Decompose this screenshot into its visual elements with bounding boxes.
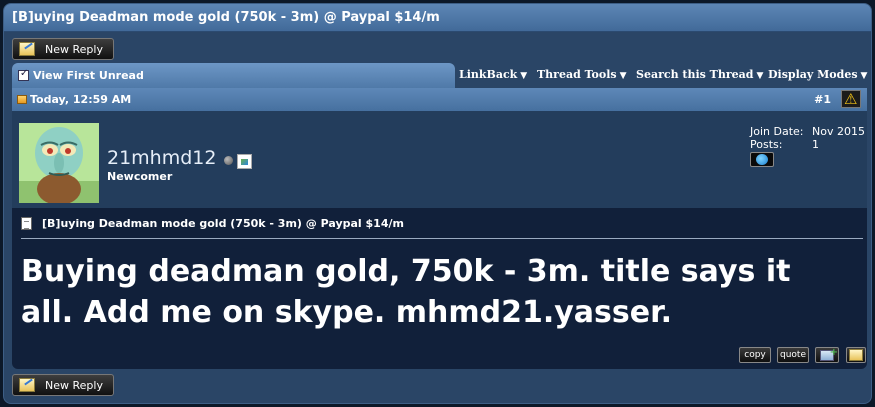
thread-frame: [B]uying Deadman mode gold (750k - 3m) @… — [3, 3, 872, 404]
post-number-link[interactable]: #1 — [814, 93, 831, 106]
new-reply-button-top[interactable]: New Reply — [12, 38, 114, 60]
quick-reply-icon — [849, 349, 863, 361]
multi-quote-button[interactable] — [815, 347, 839, 363]
reply-icon — [19, 42, 35, 56]
post-date: Today, 12:59 AM — [30, 93, 132, 106]
username-link[interactable]: 21mhmd12 — [107, 147, 216, 169]
post-message: Buying deadman gold, 750k - 3m. title sa… — [21, 254, 791, 330]
thread-tools-label: Thread Tools — [537, 68, 617, 81]
multi-quote-icon — [820, 347, 838, 361]
view-first-unread-label: View First Unread — [33, 69, 144, 82]
display-modes-menu[interactable]: Display Modes ▼ — [768, 68, 867, 81]
caret-down-icon: ▼ — [860, 71, 868, 81]
user-title: Newcomer — [107, 170, 173, 183]
checkbox-icon — [18, 68, 29, 81]
quote-button[interactable]: quote — [777, 347, 809, 363]
offline-status-icon — [224, 156, 233, 165]
display-modes-label: Display Modes — [768, 68, 858, 81]
post-icon — [17, 95, 27, 104]
copy-button[interactable]: copy — [739, 347, 771, 363]
join-date-value: Nov 2015 — [812, 125, 865, 138]
posts-row: Posts: 1 — [750, 138, 865, 151]
quote-label: quote — [780, 350, 806, 360]
copy-label: copy — [744, 350, 766, 360]
report-warning-icon[interactable] — [841, 90, 861, 108]
divider — [21, 238, 863, 239]
caret-down-icon: ▼ — [756, 71, 764, 81]
post-body: [B]uying Deadman mode gold (750k - 3m) @… — [12, 208, 867, 369]
view-first-unread-tab[interactable]: View First Unread — [12, 63, 455, 88]
document-icon — [21, 217, 32, 230]
posts-value: 1 — [812, 138, 819, 151]
caret-down-icon: ▼ — [520, 71, 528, 81]
quick-reply-button[interactable] — [846, 347, 866, 363]
join-date-label: Join Date: — [750, 125, 804, 138]
new-reply-button-bottom[interactable]: New Reply — [12, 374, 114, 396]
caret-down-icon: ▼ — [619, 71, 627, 81]
search-thread-menu[interactable]: Search this Thread ▼ — [636, 68, 763, 81]
linkback-menu[interactable]: LinkBack ▼ — [459, 68, 527, 81]
reply-icon — [19, 378, 35, 392]
posts-label: Posts: — [750, 138, 783, 151]
avatar-image — [19, 123, 99, 203]
thread-title-bar: [B]uying Deadman mode gold (750k - 3m) @… — [4, 4, 871, 32]
skype-icon[interactable] — [750, 152, 774, 167]
user-stats: Join Date: Nov 2015 Posts: 1 — [750, 125, 865, 151]
thread-tab-row: View First Unread LinkBack▼ Thread Tools… — [12, 63, 867, 88]
thread-tools-menu[interactable]: Thread Tools ▼ — [537, 68, 627, 81]
user-info-box: 21mhmd12 Newcomer Join Date: Nov 2015 Po… — [12, 111, 867, 208]
linkback-label: LinkBack — [459, 68, 518, 81]
search-thread-label: Search this Thread — [636, 68, 754, 81]
post-header: Today, 12:59 AM #1 — [12, 88, 867, 111]
post-title: [B]uying Deadman mode gold (750k - 3m) @… — [42, 217, 404, 230]
new-reply-label: New Reply — [45, 378, 103, 392]
avatar[interactable] — [19, 123, 99, 203]
thread-title: [B]uying Deadman mode gold (750k - 3m) @… — [12, 10, 440, 25]
new-reply-label: New Reply — [45, 42, 103, 56]
join-date-row: Join Date: Nov 2015 — [750, 125, 865, 138]
user-rank-image-icon — [237, 154, 252, 169]
